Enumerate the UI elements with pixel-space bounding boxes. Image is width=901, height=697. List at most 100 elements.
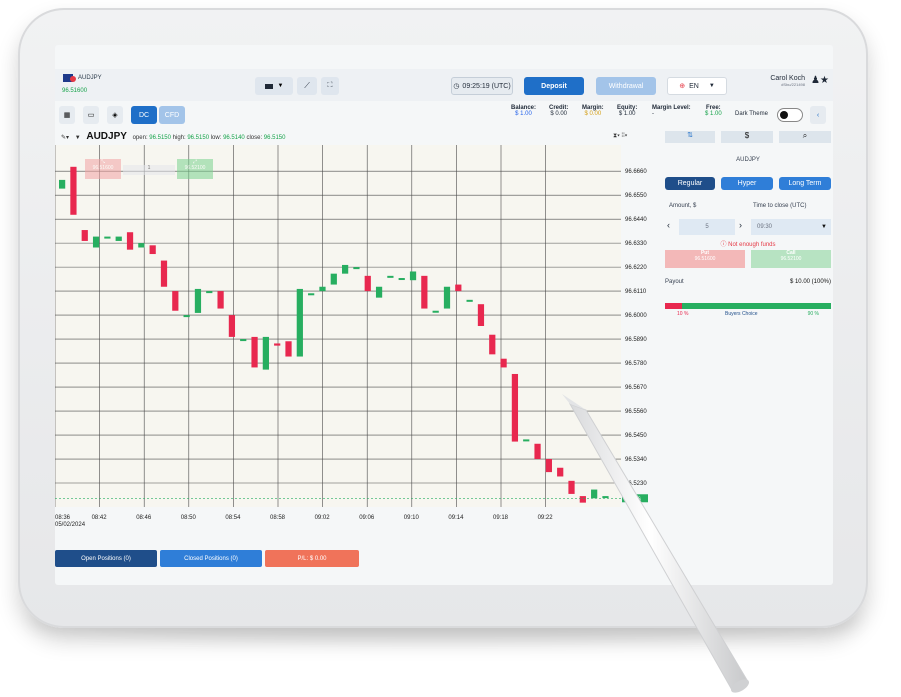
x-axis: 08:3605/02/2024 08:42 08:46 08:50 08:54 08:58… bbox=[55, 515, 553, 528]
y-tick-label: 96.5230 bbox=[625, 481, 647, 487]
candle bbox=[364, 275, 371, 292]
candle bbox=[149, 245, 156, 255]
card-button[interactable]: ▭ bbox=[83, 106, 99, 124]
chevron-down-icon: ▼ bbox=[708, 83, 715, 89]
y-tick-label: 96.6110 bbox=[625, 289, 647, 295]
margin: Margin: $ 0.00 bbox=[582, 105, 604, 117]
chevron-down-icon: ▼ bbox=[277, 83, 284, 89]
user-id: #Sbu/221498 bbox=[781, 82, 805, 87]
mode-hyper[interactable]: Hyper bbox=[721, 177, 773, 190]
clock-icon: ◷ bbox=[453, 83, 460, 90]
buy-price: 96.52100 bbox=[184, 165, 206, 171]
calendar-button[interactable]: ▦ bbox=[59, 106, 75, 124]
y-tick-label: 96.5450 bbox=[625, 433, 647, 439]
sentiment-left: 10 % bbox=[677, 311, 689, 317]
open-positions-tab[interactable]: Open Positions (0) bbox=[55, 550, 157, 567]
warning-text: ⓘ Not enough funds bbox=[720, 242, 776, 248]
sell-button[interactable]: ⤡ 96.51600 bbox=[85, 159, 121, 179]
dc-tab[interactable]: DC bbox=[131, 106, 157, 124]
sell-price: 96.51600 bbox=[92, 165, 114, 171]
fullscreen-button[interactable]: ⛶ bbox=[321, 77, 339, 95]
tab-switch[interactable]: ⇅ bbox=[665, 131, 715, 143]
server-time: 09:25:19 (UTC) bbox=[462, 82, 511, 90]
candle bbox=[319, 286, 326, 292]
mode-long-term[interactable]: Long Term bbox=[779, 177, 831, 190]
chart-type-dropdown[interactable]: ▼ bbox=[255, 77, 293, 95]
tab-chat[interactable]: ⌕ bbox=[779, 131, 831, 143]
chevron-down-icon[interactable]: ▼ bbox=[75, 135, 81, 141]
amount-input[interactable]: 5 bbox=[679, 219, 735, 235]
x-tick-label: 09:02 bbox=[315, 515, 331, 521]
candle bbox=[285, 341, 292, 357]
layers-button[interactable]: ◈ bbox=[107, 106, 123, 124]
y-axis: 96.6660 96.6550 96.6440 96.6330 96.6220 96.61… bbox=[622, 169, 648, 503]
candle bbox=[477, 304, 485, 326]
candle bbox=[387, 275, 394, 278]
quick-trade-widget[interactable]: ⤡ 96.51600 1 ⤢ 96.52100 bbox=[85, 159, 215, 179]
drawing-tool-icon[interactable]: ✎▾ bbox=[61, 135, 69, 141]
balance: Balance: $ 1.00 bbox=[511, 105, 537, 117]
aud-flag-icon bbox=[63, 74, 76, 82]
tab-dollar[interactable]: $ bbox=[721, 131, 773, 143]
margin-level: Margin Level: - bbox=[652, 105, 691, 117]
candle bbox=[183, 315, 190, 318]
amount-increase[interactable]: › bbox=[739, 220, 742, 230]
last-price-label: 96.516 bbox=[624, 496, 641, 502]
x-tick-label: 08:50 bbox=[181, 515, 197, 521]
warning-icon: ⓘ bbox=[720, 242, 729, 248]
candle bbox=[217, 291, 224, 309]
buy-button[interactable]: ⤢ 96.52100 bbox=[177, 159, 213, 179]
close-label: close: bbox=[246, 135, 263, 141]
amount-decrease[interactable]: ‹ bbox=[667, 220, 670, 230]
language-dropdown[interactable]: ⊕ EN ▼ bbox=[667, 77, 727, 95]
indicator-icon: ⟋ bbox=[304, 81, 310, 90]
open-label: open: bbox=[132, 135, 148, 141]
candle bbox=[296, 288, 303, 357]
candle bbox=[421, 275, 428, 309]
withdrawal-button[interactable]: Withdrawal bbox=[596, 77, 656, 95]
closed-positions-tab[interactable]: Closed Positions (0) bbox=[160, 550, 262, 567]
put-button[interactable]: Put 96.51600 bbox=[665, 250, 745, 268]
language-label: EN bbox=[689, 82, 699, 90]
dark-theme-toggle[interactable] bbox=[777, 108, 803, 122]
mode-regular[interactable]: Regular bbox=[665, 177, 715, 190]
deposit-button[interactable]: Deposit bbox=[524, 77, 584, 95]
pair-name: AUDJPY bbox=[78, 75, 102, 81]
timeframe-dropdown[interactable]: ⧗▾ ⁞⁞▾ bbox=[613, 133, 627, 140]
x-tick-label: 09:06 bbox=[359, 515, 375, 521]
quantity-stepper[interactable]: 1 bbox=[123, 165, 175, 175]
close-value: 96.5150 bbox=[263, 135, 286, 141]
user-name: Carol Koch bbox=[770, 75, 805, 82]
candle bbox=[115, 236, 122, 241]
sentiment-sellers-fill bbox=[665, 303, 682, 309]
candle bbox=[330, 273, 337, 285]
cfd-tab[interactable]: CFD bbox=[159, 106, 185, 124]
candle bbox=[240, 339, 247, 342]
user-star-icon[interactable]: ♟★ bbox=[811, 75, 829, 86]
candle bbox=[353, 267, 360, 270]
low-label: low: bbox=[210, 135, 222, 141]
candle bbox=[602, 496, 609, 499]
globe-icon: ⊕ bbox=[679, 83, 686, 90]
price-chart[interactable]: 96.6660 96.6550 96.6440 96.6330 96.6220 96.61… bbox=[55, 145, 657, 545]
y-tick-label: 96.5560 bbox=[625, 409, 647, 415]
time-select[interactable]: 09:30 ▼ bbox=[751, 219, 831, 235]
y-tick-label: 96.6660 bbox=[625, 169, 647, 175]
x-tick-label: 08:42 bbox=[92, 515, 108, 521]
sentiment-right: 90 % bbox=[807, 311, 819, 317]
candle bbox=[500, 358, 507, 368]
candle bbox=[342, 264, 349, 274]
call-button[interactable]: Call 96.52100 bbox=[751, 250, 831, 268]
layers-icon: ◈ bbox=[112, 112, 118, 119]
candle bbox=[466, 299, 473, 302]
low-value: 96.5140 bbox=[223, 135, 245, 141]
pair-selector[interactable]: AUDJPY 96.51600 bbox=[59, 71, 107, 99]
candle bbox=[59, 179, 66, 189]
candle bbox=[443, 286, 451, 309]
collapse-panel-button[interactable]: ‹ bbox=[810, 106, 826, 124]
indicators-button[interactable]: ⟋ bbox=[297, 77, 317, 95]
user-info[interactable]: Carol Koch #Sbu/221498 bbox=[745, 75, 805, 97]
x-tick-label: 08:36 bbox=[55, 515, 71, 521]
candle bbox=[455, 284, 462, 292]
candle bbox=[557, 467, 564, 477]
